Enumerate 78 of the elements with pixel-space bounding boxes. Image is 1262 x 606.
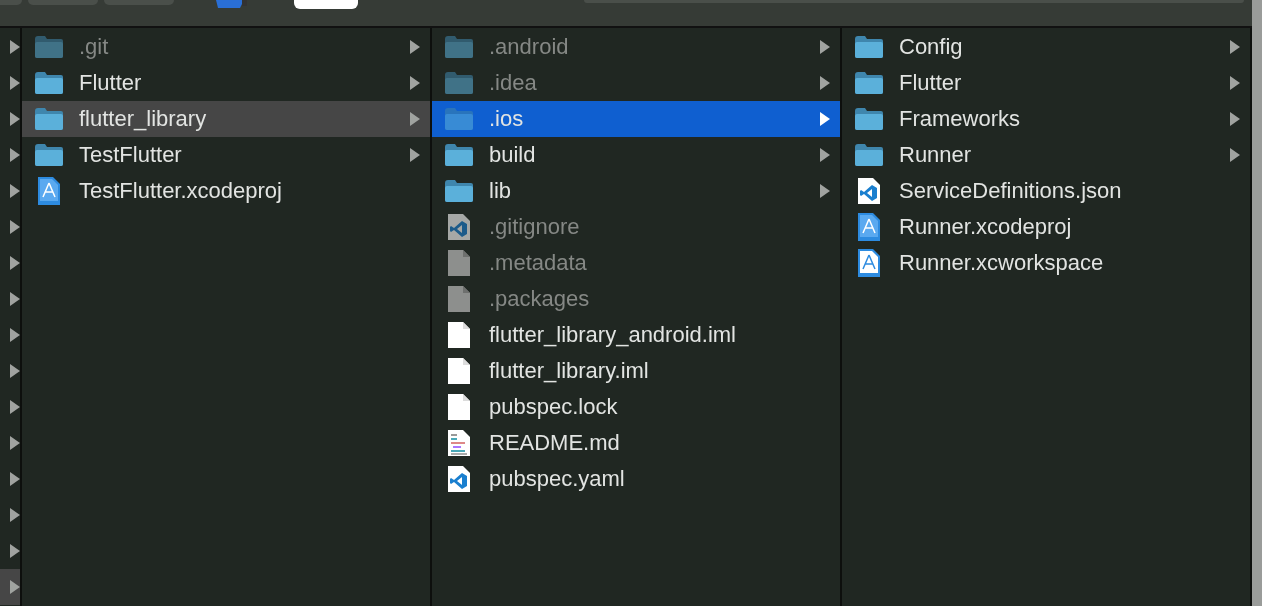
folder-icon [855, 72, 883, 94]
file-name: pubspec.lock [489, 394, 618, 420]
folder-icon [445, 36, 473, 58]
folder-icon [35, 108, 63, 130]
file-row[interactable]: flutter_library.iml [432, 353, 840, 389]
folder-icon [855, 144, 883, 166]
folder-icon [445, 144, 473, 166]
file-name: Flutter [899, 70, 962, 96]
file-row[interactable]: TestFlutter.xcodeproj [22, 173, 430, 209]
file-row[interactable]: Runner.xcodeproj [842, 209, 1250, 245]
file-row[interactable]: flutter_library [22, 101, 430, 137]
file-row[interactable]: Runner [842, 137, 1250, 173]
file-name: lib [489, 178, 511, 204]
file-name: .metadata [489, 250, 587, 276]
folder-icon [35, 36, 63, 58]
file-row[interactable]: Frameworks [842, 101, 1250, 137]
file-row[interactable]: Flutter [842, 65, 1250, 101]
file-row[interactable]: README.md [432, 425, 840, 461]
file-name: flutter_library.iml [489, 358, 649, 384]
file-row[interactable]: .packages [432, 281, 840, 317]
file-row[interactable]: Runner.xcworkspace [842, 245, 1250, 281]
folder-icon [445, 180, 473, 202]
file-row[interactable]: lib [432, 173, 840, 209]
code-file-icon [858, 178, 880, 204]
file-row[interactable]: TestFlutter [22, 137, 430, 173]
blueprint-file-icon [858, 213, 880, 241]
text-file-icon [448, 430, 470, 456]
blueprint-file-icon [858, 249, 880, 277]
file-name: flutter_library [79, 106, 207, 132]
file-row[interactable]: .android [432, 29, 840, 65]
file-name: Frameworks [899, 106, 1020, 132]
file-row[interactable]: Config [842, 29, 1250, 65]
code-file-icon [448, 466, 470, 492]
file-name: Runner [899, 142, 972, 168]
file-row[interactable]: build [432, 137, 840, 173]
blueprint-file-icon [38, 177, 60, 205]
file-name: pubspec.yaml [489, 466, 625, 492]
document-icon [448, 394, 470, 420]
folder-icon [445, 72, 473, 94]
app-icon[interactable] [214, 0, 248, 8]
file-row[interactable]: .gitignore [432, 209, 840, 245]
file-name: TestFlutter.xcodeproj [79, 178, 282, 204]
toolbar-button[interactable] [294, 0, 358, 9]
code-file-icon [448, 214, 470, 240]
file-name: README.md [489, 430, 620, 456]
file-row[interactable]: .idea [432, 65, 840, 101]
file-name: .git [79, 34, 109, 60]
document-icon [448, 358, 470, 384]
file-name: build [489, 142, 536, 168]
file-row[interactable]: .ios [432, 101, 840, 137]
file-name: Runner.xcworkspace [899, 250, 1104, 276]
file-row[interactable]: flutter_library_android.iml [432, 317, 840, 353]
document-icon [448, 286, 470, 312]
file-row[interactable]: Flutter [22, 65, 430, 101]
file-name: Flutter [79, 70, 142, 96]
file-name: .packages [489, 286, 590, 312]
column-row[interactable] [0, 569, 20, 605]
folder-icon [35, 72, 63, 94]
folder-icon [445, 108, 473, 130]
file-name: flutter_library_android.iml [489, 322, 736, 348]
folder-icon [855, 108, 883, 130]
file-row[interactable]: .git [22, 29, 430, 65]
file-name: Config [899, 34, 963, 60]
file-row[interactable]: ServiceDefinitions.json [842, 173, 1250, 209]
file-name: Runner.xcodeproj [899, 214, 1072, 240]
file-name: ServiceDefinitions.json [899, 178, 1122, 204]
file-name: .android [489, 34, 569, 60]
folder-icon [35, 144, 63, 166]
file-name: TestFlutter [79, 142, 182, 168]
file-row[interactable]: pubspec.lock [432, 389, 840, 425]
file-name: .gitignore [489, 214, 580, 240]
folder-icon [855, 36, 883, 58]
file-name: .ios [489, 106, 524, 132]
file-name: .idea [489, 70, 537, 96]
file-row[interactable]: pubspec.yaml [432, 461, 840, 497]
file-row[interactable]: .metadata [432, 245, 840, 281]
document-icon [448, 322, 470, 348]
document-icon [448, 250, 470, 276]
